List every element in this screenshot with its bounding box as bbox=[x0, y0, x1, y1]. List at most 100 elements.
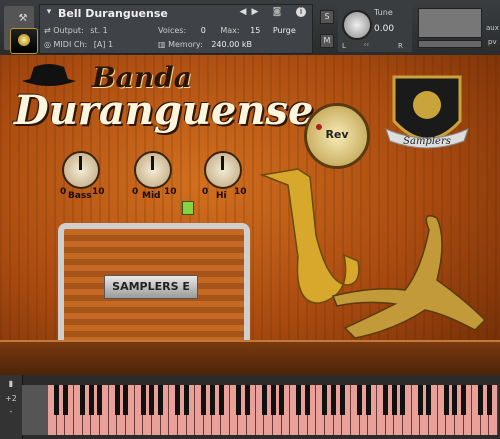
memory-icon: ▥ bbox=[158, 40, 166, 49]
memory-label: Memory: bbox=[168, 40, 203, 49]
black-key[interactable] bbox=[54, 385, 60, 415]
pv-label: pv bbox=[488, 38, 497, 46]
aux-label: aux bbox=[486, 24, 499, 32]
max-label: Max: bbox=[220, 26, 240, 35]
black-key[interactable] bbox=[391, 385, 397, 415]
black-key[interactable] bbox=[331, 385, 337, 415]
black-key[interactable] bbox=[452, 385, 458, 415]
black-key[interactable] bbox=[357, 385, 363, 415]
tune-section: Tune 0.00 L ᶜᶜ R bbox=[338, 4, 412, 52]
black-key[interactable] bbox=[270, 385, 276, 415]
black-key[interactable] bbox=[261, 385, 267, 415]
black-key[interactable] bbox=[114, 385, 120, 415]
black-key[interactable] bbox=[209, 385, 215, 415]
octave-controls: ▮ +2 - bbox=[0, 375, 23, 439]
pan-icon[interactable]: ᶜᶜ bbox=[364, 42, 369, 50]
mid-min-label: 0 bbox=[132, 187, 139, 197]
hi-max-label: 10 bbox=[234, 187, 247, 197]
black-key[interactable] bbox=[62, 385, 68, 415]
octave-up-value[interactable]: +2 bbox=[0, 394, 22, 403]
logo-text: Samplers bbox=[403, 136, 451, 147]
midi-icon: ◎ bbox=[44, 40, 51, 49]
black-key[interactable] bbox=[322, 385, 328, 415]
black-key[interactable] bbox=[175, 385, 181, 415]
dropdown-arrow-icon[interactable]: ▾ bbox=[44, 7, 54, 17]
black-key[interactable] bbox=[417, 385, 423, 415]
black-key[interactable] bbox=[140, 385, 146, 415]
black-key[interactable] bbox=[235, 385, 241, 415]
instrument-panel: Banda Duranguense 0 Bass 10 0 Mid 10 0 H… bbox=[0, 55, 500, 377]
black-key[interactable] bbox=[218, 385, 224, 415]
output-icon: ⇄ bbox=[44, 26, 51, 35]
black-key[interactable] bbox=[486, 385, 492, 415]
black-key[interactable] bbox=[478, 385, 484, 415]
black-key[interactable] bbox=[426, 385, 432, 415]
max-value[interactable]: 15 bbox=[250, 26, 260, 35]
octave-down-value[interactable]: - bbox=[0, 407, 22, 416]
black-key[interactable] bbox=[149, 385, 155, 415]
camera-icon[interactable]: ◙ bbox=[272, 7, 282, 17]
bass-min-label: 0 bbox=[60, 187, 67, 197]
mid-label: Mid bbox=[142, 191, 161, 201]
black-key[interactable] bbox=[443, 385, 449, 415]
black-key[interactable] bbox=[339, 385, 345, 415]
black-key[interactable] bbox=[296, 385, 302, 415]
black-key[interactable] bbox=[365, 385, 371, 415]
drum-tuning-peg-icon bbox=[182, 201, 194, 215]
tune-label: Tune bbox=[374, 8, 393, 17]
black-key[interactable] bbox=[460, 385, 466, 415]
drum-label: SAMPLERS E bbox=[104, 275, 198, 299]
black-key[interactable] bbox=[158, 385, 163, 415]
output-label: Output: bbox=[53, 26, 84, 35]
level-meter bbox=[418, 8, 482, 38]
samplers-logo: Samplers bbox=[385, 75, 469, 149]
pitch-wheel-icon[interactable]: ▮ bbox=[0, 379, 22, 388]
bass-label: Bass bbox=[68, 191, 92, 201]
black-key[interactable] bbox=[383, 385, 388, 415]
voices-value: 0 bbox=[200, 26, 206, 35]
instrument-info-panel: ▾ Bell Duranguense ◀ ▶ ◙ i ⇄ Output: st.… bbox=[39, 4, 313, 54]
instrument-header: ⚒ ▾ Bell Duranguense ◀ ▶ ◙ i ⇄ Output: s… bbox=[0, 0, 500, 56]
black-key[interactable] bbox=[88, 385, 94, 415]
mid-max-label: 10 bbox=[164, 187, 177, 197]
brand-title-line2: Duranguense bbox=[14, 87, 314, 134]
black-key[interactable] bbox=[80, 385, 86, 415]
memory-value: 240.00 kB bbox=[211, 40, 252, 49]
left-label: L bbox=[342, 42, 346, 50]
mute-button[interactable]: M bbox=[320, 34, 334, 48]
midi-value[interactable]: [A] 1 bbox=[94, 40, 113, 49]
scorpion-graphic bbox=[331, 215, 487, 339]
cowboy-hat-icon bbox=[22, 64, 76, 86]
black-key[interactable] bbox=[400, 385, 406, 415]
tune-knob[interactable] bbox=[342, 10, 372, 40]
black-key[interactable] bbox=[123, 385, 129, 415]
prev-instrument-icon[interactable]: ◀ bbox=[238, 7, 248, 17]
volume-slider[interactable] bbox=[418, 40, 482, 48]
keyboard-area: ▮ +2 - bbox=[0, 375, 500, 439]
black-key[interactable] bbox=[244, 385, 250, 415]
black-key[interactable] bbox=[305, 385, 311, 415]
black-key[interactable] bbox=[97, 385, 103, 415]
wrench-icon[interactable]: ⚒ bbox=[10, 14, 36, 24]
voices-label: Voices: bbox=[158, 26, 187, 35]
reverb-knob[interactable]: Rev bbox=[304, 103, 370, 169]
instrument-thumbnail: ⚒ bbox=[4, 6, 38, 54]
black-key[interactable] bbox=[201, 385, 207, 415]
midi-label: MIDI Ch: bbox=[53, 40, 88, 49]
piano-keys[interactable] bbox=[48, 385, 499, 435]
logo-thumbnail-icon bbox=[10, 28, 38, 54]
hi-label: Hi bbox=[216, 191, 227, 201]
black-key[interactable] bbox=[279, 385, 285, 415]
output-value[interactable]: st. 1 bbox=[90, 26, 107, 35]
hi-knob[interactable] bbox=[204, 151, 242, 189]
black-key[interactable] bbox=[183, 385, 189, 415]
instrument-name[interactable]: Bell Duranguense bbox=[58, 7, 168, 20]
bass-knob[interactable] bbox=[62, 151, 100, 189]
purge-button[interactable]: Purge bbox=[273, 26, 296, 35]
solo-button[interactable]: S bbox=[320, 10, 334, 24]
hi-min-label: 0 bbox=[202, 187, 209, 197]
mid-knob[interactable] bbox=[134, 151, 172, 189]
next-instrument-icon[interactable]: ▶ bbox=[250, 7, 260, 17]
right-label: R bbox=[398, 42, 403, 50]
info-icon[interactable]: i bbox=[296, 7, 306, 17]
